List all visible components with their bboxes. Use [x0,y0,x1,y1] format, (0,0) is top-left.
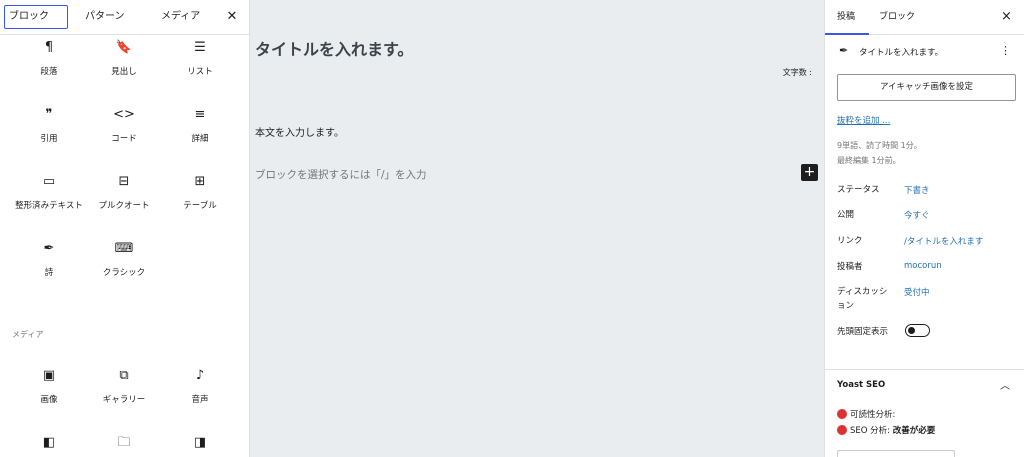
settings-sidebar: 投稿 ブロック × ✒ タイトルを入れます。 ⋮ アイキャッチ画像を設定 抜粋を… [824,0,1024,457]
publish-label: 公開 [837,210,855,220]
yoast-seo-panel-title[interactable]: Yoast SEO [837,380,885,390]
tab-post[interactable]: 投稿 [825,0,869,35]
preformatted-icon: ▭ [42,174,56,189]
link-label: リンク [837,236,863,246]
settings-tabs: 投稿 ブロック × [825,0,1024,35]
block-item-label: プルクオート [98,201,150,211]
keyboard-icon: ⌨ [114,241,134,256]
tab-block[interactable]: ブロック [879,0,915,35]
block-item-label: 詳細 [191,134,209,144]
heading-bookmark-icon: 🔖 [115,40,133,55]
block-item[interactable]: ☰ リスト [160,40,240,79]
audio-note-icon: ♪ [195,368,205,383]
block-item-label: 見出し [111,67,137,77]
sticky-toggle[interactable] [905,324,930,337]
block-item-label: クラシック [102,268,146,278]
add-excerpt-link[interactable]: 抜粋を追加 ... [837,114,890,126]
block-item-label: リスト [187,67,213,77]
toggle-knob [908,327,915,334]
block-item[interactable]: 🗀 [84,435,164,457]
seo-status: 改善が必要 [892,426,936,436]
sad-face-icon [837,408,847,419]
close-icon[interactable]: ✕ [224,8,240,26]
image-icon: ▣ [42,368,56,383]
yoast-button[interactable] [837,450,955,457]
paragraph-icon: ¶ [44,40,54,55]
quote-icon: ❞ [45,107,53,122]
block-item[interactable]: ▭ 整形済みテキスト [9,174,89,213]
block-item-label: 引用 [40,134,58,144]
status-label: ステータス [837,185,880,195]
block-item-label: 段落 [40,67,58,77]
readability-label: 可読性分析: [850,410,896,420]
verse-feather-icon: ✒ [43,241,55,256]
block-item[interactable]: <> コード [84,107,164,146]
block-item-label: コード [111,134,137,144]
block-item[interactable]: ¶ 段落 [9,40,89,79]
tab-patterns[interactable]: パターン [85,5,125,29]
close-icon[interactable]: × [1001,9,1012,25]
block-editor: ブロック パターン メディア ✕ ¶ 段落 🔖 見出し ☰ リスト ❞ 引用 <> コード ≡ 詳細 ▭… [0,0,1024,457]
block-item[interactable]: ⌨ クラシック [84,241,164,280]
more-options-icon[interactable]: ⋮ [1000,44,1011,57]
block-item[interactable]: ◧ [9,435,89,457]
post-title[interactable]: タイトルを入れます。 [255,36,413,60]
author-label: 投稿者 [837,262,863,272]
block-item[interactable]: ⊞ テーブル [160,174,240,213]
details-icon: ≡ [194,107,206,122]
block-item[interactable]: 🔖 見出し [84,40,164,79]
list-icon: ☰ [194,40,206,55]
block-item[interactable]: ≡ 詳細 [160,107,240,146]
discussion-label: ディスカッション [837,287,888,311]
word-count-label: 文字数 : [782,68,812,77]
block-item[interactable]: ❞ 引用 [9,107,89,146]
tab-blocks[interactable]: ブロック [4,5,68,29]
word-reading-time: 9単語、読了時間 1分。 [837,141,922,150]
block-item-label: 画像 [40,395,58,405]
block-item-label: ギャラリー [102,395,146,405]
status-value[interactable]: 下書き [904,184,930,196]
tab-media[interactable]: メディア [161,5,200,29]
editor-canvas[interactable]: タイトルを入れます。 文字数 : 本文を入力します。 ブロックを選択するには「/… [250,0,824,457]
block-item[interactable]: ◨ [160,435,240,457]
block-item-label: 詩 [44,268,54,278]
seo-analysis: SEO 分析: 改善が必要 [837,424,936,437]
block-item[interactable]: ⧉ ギャラリー [84,368,164,407]
post-summary-header: ✒ タイトルを入れます。 ⋮ [837,44,1017,60]
seo-label: SEO 分析: [850,426,891,436]
code-icon: <> [113,107,135,122]
block-item-label: 整形済みテキスト [15,201,83,211]
divider [825,369,1024,370]
pullquote-icon: ⊟ [118,174,130,189]
feather-icon: ✒ [839,44,849,57]
discussion-value[interactable]: 受付中 [904,286,930,298]
block-inserter-panel: ブロック パターン メディア ✕ ¶ 段落 🔖 見出し ☰ リスト ❞ 引用 <> コード ≡ 詳細 ▭… [0,0,250,457]
file-folder-icon: 🗀 [117,435,131,450]
block-appender-placeholder[interactable]: ブロックを選択するには「/」を入力 [255,167,427,182]
block-item[interactable]: ♪ 音声 [160,368,240,407]
gallery-icon: ⧉ [119,368,129,383]
media-section-label: メディア [12,330,44,339]
last-edited: 最終編集 1分前。 [837,156,901,165]
sad-face-icon [837,424,847,435]
readability-analysis: 可読性分析: [837,408,896,421]
paragraph-block[interactable]: 本文を入力します。 [255,124,344,139]
chevron-up-icon[interactable]: ︿ [1000,377,1010,392]
sticky-label: 先頭固定表示 [837,327,889,337]
set-featured-image-button[interactable]: アイキャッチ画像を設定 [837,74,1016,101]
publish-value[interactable]: 今すぐ [904,209,930,221]
post-summary-title: タイトルを入れます。 [859,48,944,58]
block-item[interactable]: ✒ 詩 [9,241,89,280]
add-block-button[interactable]: + [801,164,818,181]
permalink-value[interactable]: /タイトルを入れます [904,235,983,247]
inserter-tabs: ブロック パターン メディア ✕ [0,0,249,35]
author-value[interactable]: mocorun [904,261,942,271]
media-text-icon: ◨ [193,435,207,450]
block-item[interactable]: ⊟ プルクオート [84,174,164,213]
table-icon: ⊞ [194,174,206,189]
block-item[interactable]: ▣ 画像 [9,368,89,407]
block-item-label: 音声 [191,395,209,405]
block-item-label: テーブル [183,201,217,211]
cover-icon: ◧ [42,435,56,450]
